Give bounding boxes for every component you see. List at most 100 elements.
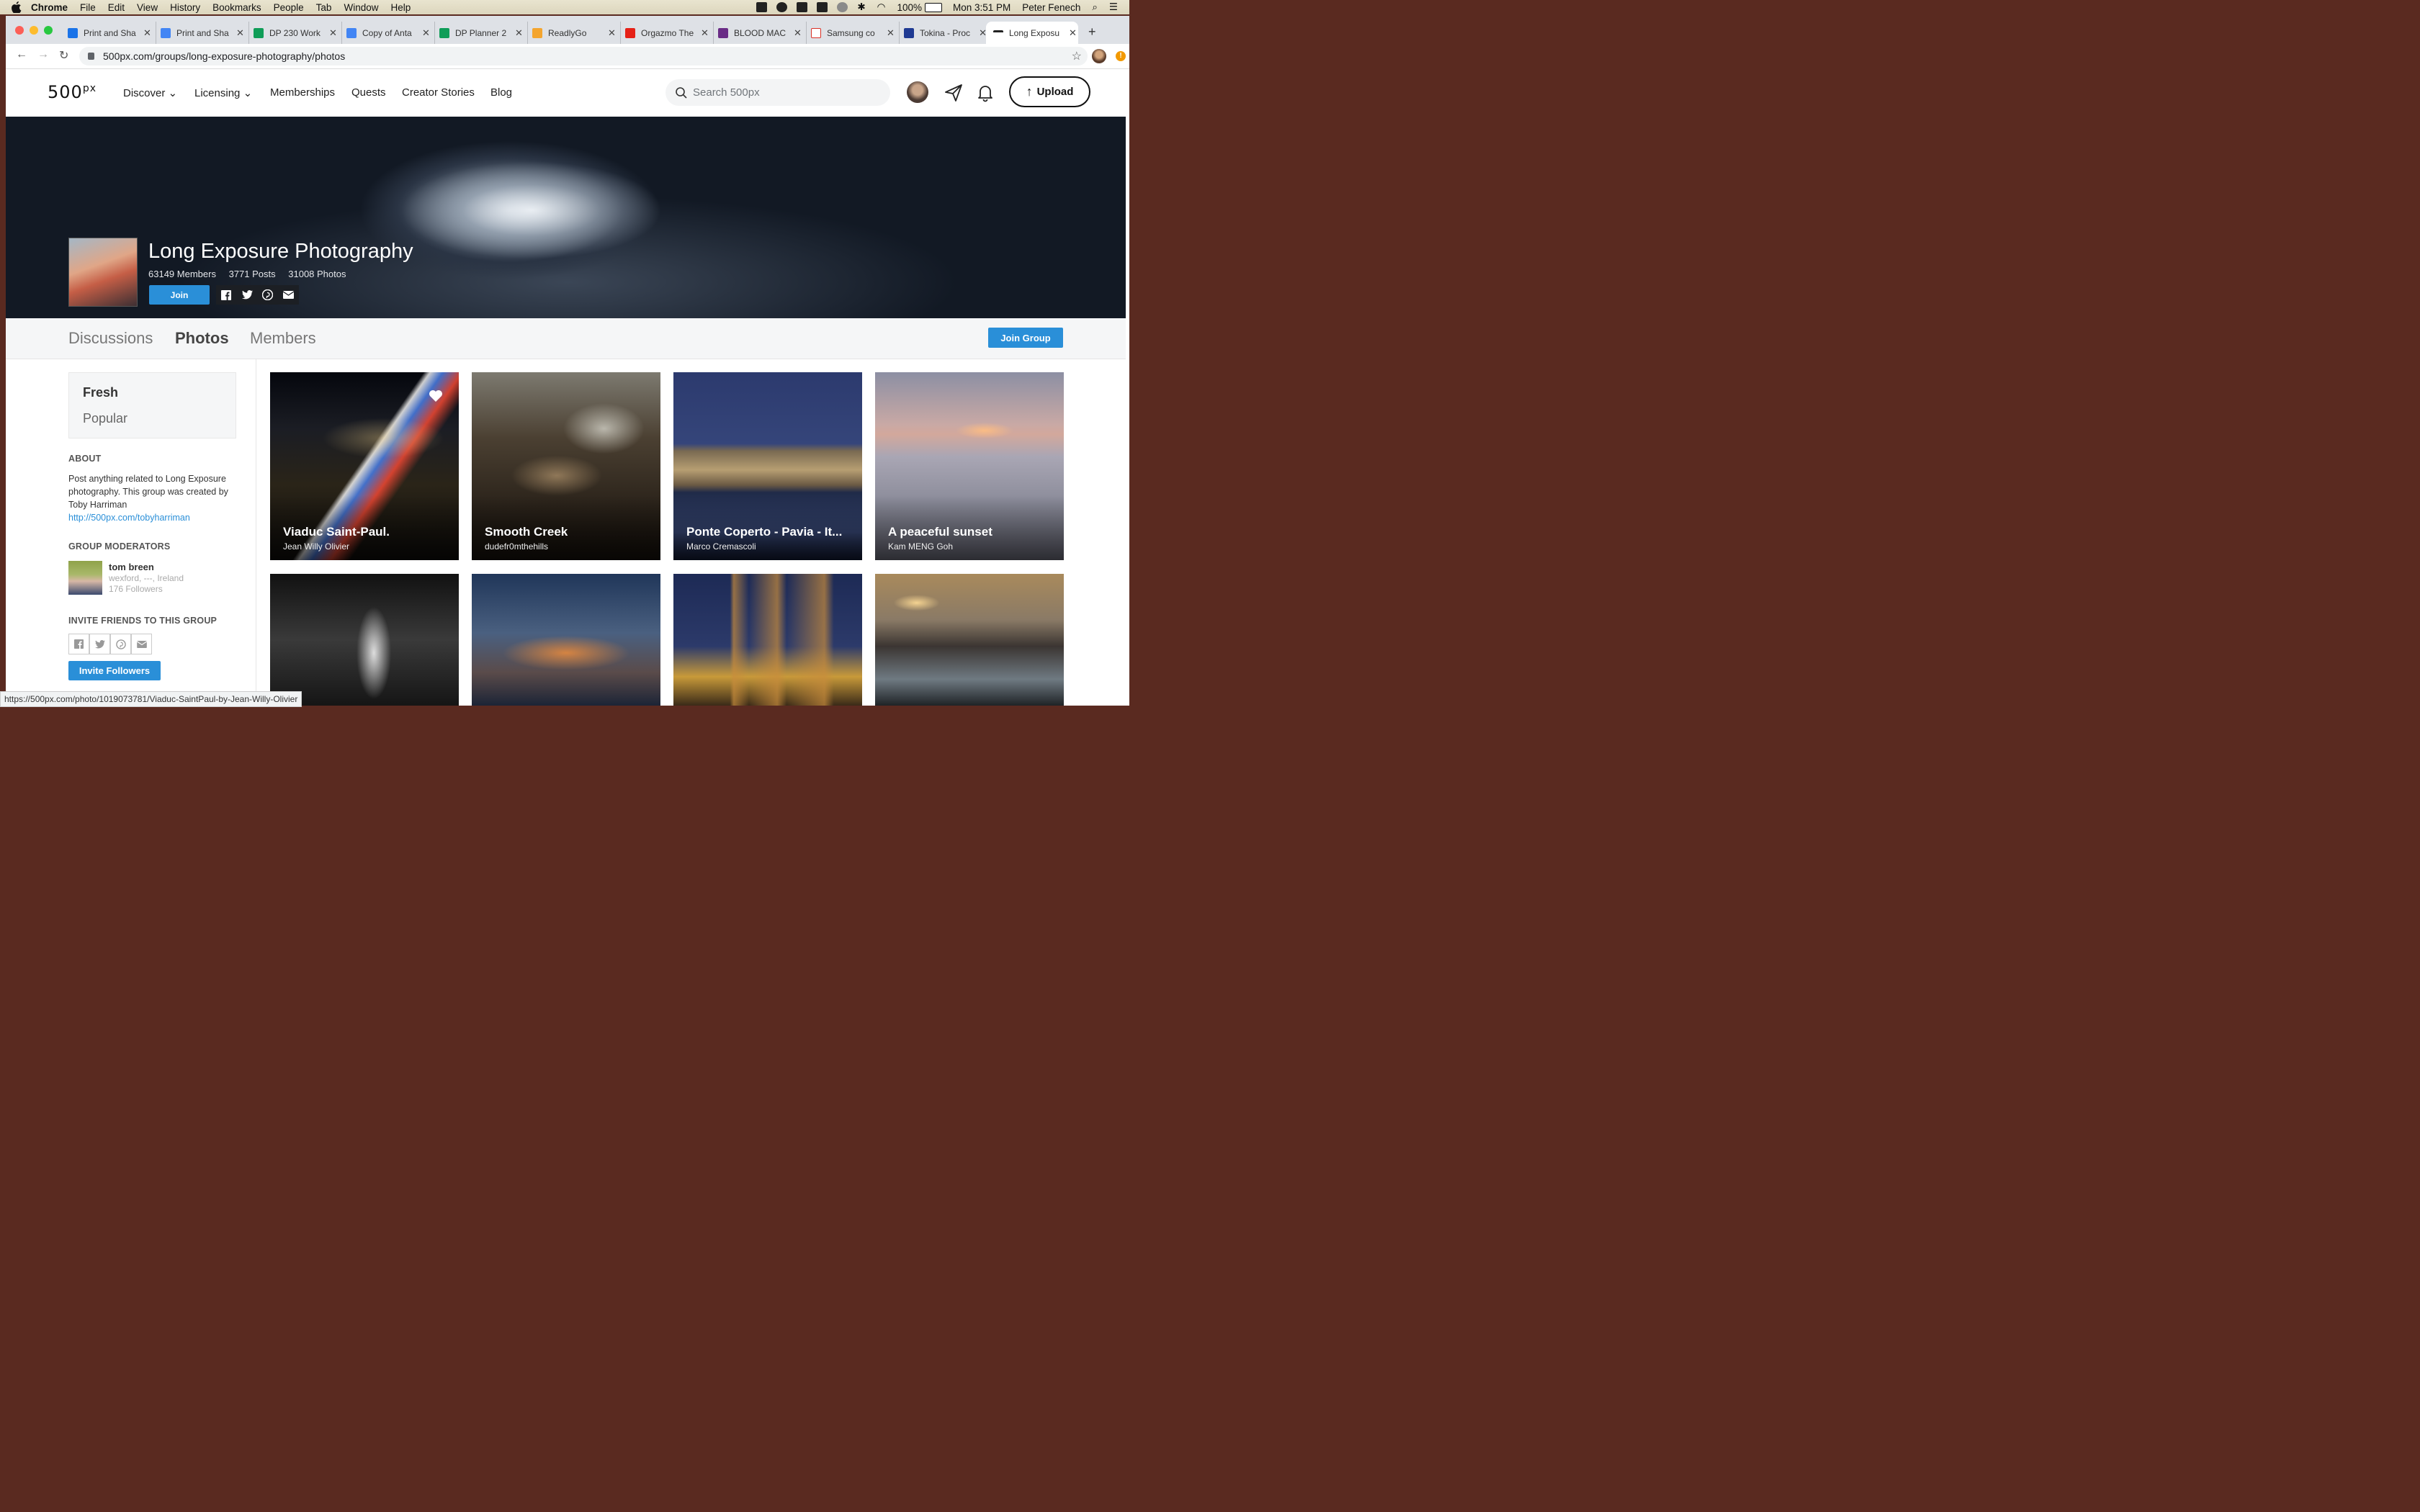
photo-card[interactable]: A peaceful sunset Kam MENG Goh — [875, 372, 1065, 561]
creative-cloud-icon[interactable] — [776, 2, 788, 12]
clock[interactable]: Mon 3:51 PM — [953, 2, 1010, 13]
notification-center-icon[interactable]: ☰ — [1109, 1, 1118, 13]
menu-help[interactable]: Help — [390, 2, 411, 13]
close-tab-icon[interactable]: ✕ — [608, 27, 616, 39]
reload-icon[interactable]: ↻ — [59, 48, 68, 63]
close-tab-icon[interactable]: ✕ — [515, 27, 523, 39]
tab-members[interactable]: Members — [250, 329, 316, 348]
close-tab-icon[interactable]: ✕ — [143, 27, 151, 39]
close-tab-icon[interactable]: ✕ — [1069, 27, 1077, 39]
nav-licensing[interactable]: Licensing ⌄ — [194, 86, 252, 99]
heart-icon[interactable] — [429, 390, 443, 402]
menu-window[interactable]: Window — [344, 2, 378, 13]
photo-card[interactable]: Smooth Creek dudefr0mthehills — [472, 372, 660, 561]
moderator-avatar[interactable] — [68, 561, 102, 595]
new-tab-icon[interactable]: + — [1088, 24, 1096, 40]
send-message-icon[interactable] — [944, 84, 963, 102]
browser-tab[interactable]: DP Planner 2 ✕ — [436, 22, 528, 44]
photo-author[interactable]: Marco Cremascoli — [686, 541, 756, 552]
close-window-button[interactable] — [15, 26, 24, 35]
minimize-window-button[interactable] — [30, 26, 39, 35]
bluetooth-icon[interactable]: ✱ — [857, 1, 865, 13]
back-icon[interactable]: ← — [16, 48, 27, 61]
wifi-icon[interactable]: ◠ — [877, 1, 886, 13]
nav-memberships[interactable]: Memberships — [270, 86, 335, 99]
invite-followers-button[interactable]: Invite Followers — [68, 661, 161, 680]
upload-button[interactable]: ↑ Upload — [1009, 76, 1091, 107]
sort-popular[interactable]: Popular — [83, 411, 127, 426]
close-tab-icon[interactable]: ✕ — [887, 27, 895, 39]
moderator-name[interactable]: tom breen — [109, 562, 154, 572]
nav-discover[interactable]: Discover ⌄ — [123, 86, 177, 99]
apple-icon[interactable] — [12, 1, 22, 13]
close-tab-icon[interactable]: ✕ — [701, 27, 709, 39]
update-alert-icon[interactable]: ! — [1116, 51, 1126, 61]
browser-tab[interactable]: BLOOD MAC ✕ — [715, 22, 807, 44]
photo-card[interactable] — [875, 574, 1065, 706]
twitter-icon[interactable] — [237, 285, 258, 305]
500px-logo[interactable]: 500px — [48, 82, 97, 102]
photo-title[interactable]: Ponte Coperto - Pavia - It... — [686, 525, 852, 539]
close-tab-icon[interactable]: ✕ — [236, 27, 244, 39]
browser-tab[interactable]: Tokina - Proc ✕ — [901, 22, 987, 44]
alfred-icon[interactable] — [817, 2, 828, 12]
drive-status-icon[interactable] — [756, 2, 768, 12]
battery-icon[interactable] — [924, 2, 942, 12]
search-input[interactable]: Search 500px — [666, 79, 890, 107]
join-group-button[interactable]: Join Group — [988, 328, 1063, 348]
join-button[interactable]: Join — [149, 285, 210, 305]
profile-avatar-icon[interactable] — [1092, 49, 1106, 64]
browser-tab[interactable]: Orgazmo The ✕ — [622, 22, 714, 44]
browser-tab[interactable]: Print and Sha ✕ — [158, 22, 249, 44]
browser-tab[interactable]: Samsung co ✕ — [808, 22, 900, 44]
address-url[interactable]: 500px.com/groups/long-exposure-photograp… — [103, 50, 345, 62]
forward-icon[interactable]: → — [37, 48, 49, 61]
photo-author[interactable]: Jean Willy Olivier — [283, 541, 349, 552]
photo-title[interactable]: Viaduc Saint-Paul. — [283, 525, 449, 539]
menu-edit[interactable]: Edit — [108, 2, 125, 13]
menu-bookmarks[interactable]: Bookmarks — [212, 2, 261, 13]
scrivener-icon[interactable] — [797, 2, 808, 12]
photo-card[interactable] — [472, 574, 660, 706]
email-icon[interactable] — [278, 285, 299, 305]
browser-tab-active[interactable]: Long Exposu ✕ — [986, 22, 1078, 44]
spotlight-icon[interactable]: ⌕ — [1092, 1, 1098, 13]
sort-fresh[interactable]: Fresh — [83, 385, 118, 400]
pinterest-icon[interactable] — [258, 285, 279, 305]
browser-tab[interactable]: DP 230 Work ✕ — [251, 22, 343, 44]
user-avatar[interactable] — [907, 81, 929, 103]
address-bar[interactable]: 500px.com/groups/long-exposure-photograp… — [79, 47, 1088, 66]
email-icon[interactable] — [131, 634, 153, 654]
browser-tab[interactable]: Print and Sha ✕ — [65, 22, 157, 44]
menu-file[interactable]: File — [80, 2, 96, 13]
bookmark-star-icon[interactable]: ☆ — [1072, 49, 1082, 63]
photo-card[interactable]: Ponte Coperto - Pavia - It... Marco Crem… — [673, 372, 863, 561]
photo-title[interactable]: Smooth Creek — [485, 525, 650, 539]
photo-card[interactable] — [270, 574, 460, 706]
menu-tab[interactable]: Tab — [316, 2, 332, 13]
photo-author[interactable]: Kam MENG Goh — [888, 541, 953, 552]
photo-card[interactable] — [673, 574, 863, 706]
photo-title[interactable]: A peaceful sunset — [888, 525, 1054, 539]
about-link[interactable]: http://500px.com/tobyharriman — [68, 511, 241, 524]
menu-history[interactable]: History — [170, 2, 200, 13]
notifications-bell-icon[interactable] — [977, 84, 994, 102]
close-tab-icon[interactable]: ✕ — [794, 27, 802, 39]
tab-discussions[interactable]: Discussions — [68, 329, 153, 348]
twitter-icon[interactable] — [89, 634, 111, 654]
menu-view[interactable]: View — [137, 2, 158, 13]
battery-percent[interactable]: 100% — [897, 2, 922, 13]
close-tab-icon[interactable]: ✕ — [329, 27, 337, 39]
facebook-icon[interactable] — [68, 634, 89, 654]
pinterest-icon[interactable] — [110, 634, 132, 654]
current-user[interactable]: Peter Fenech — [1022, 2, 1080, 13]
tab-photos[interactable]: Photos — [175, 329, 229, 348]
nav-blog[interactable]: Blog — [490, 86, 512, 99]
facebook-icon[interactable] — [216, 285, 237, 305]
photo-card[interactable]: Viaduc Saint-Paul. Jean Willy Olivier — [270, 372, 460, 561]
maximize-window-button[interactable] — [44, 26, 53, 35]
menu-app-name[interactable]: Chrome — [31, 2, 68, 13]
browser-tab[interactable]: ReadlyGo ✕ — [529, 22, 622, 44]
activity-monitor-icon[interactable] — [837, 2, 848, 12]
nav-creator-stories[interactable]: Creator Stories — [402, 86, 475, 99]
